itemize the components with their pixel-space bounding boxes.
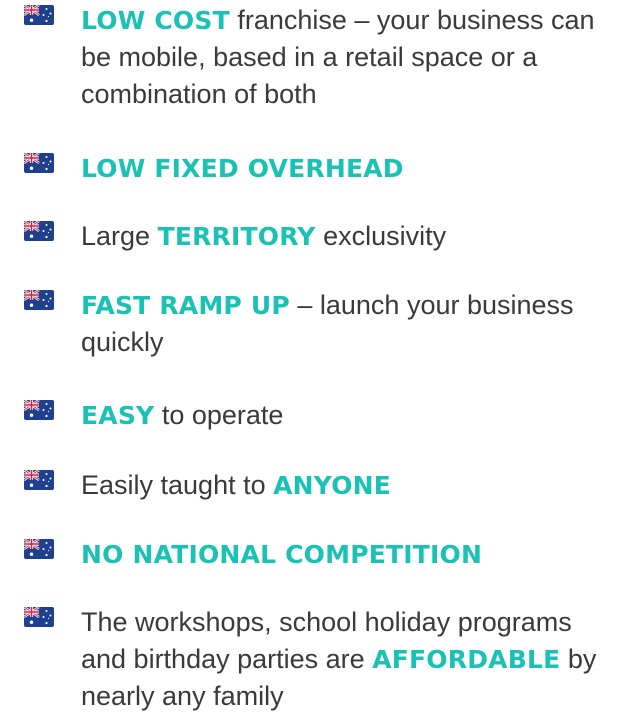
australia-flag-icon [24, 221, 54, 241]
australia-flag-icon [24, 5, 54, 25]
item-text: FAST RAMP UP – launch your business quic… [81, 287, 624, 361]
highlight: AFFORDABLE [372, 645, 561, 674]
list-item: LOW FIXED OVERHEAD [24, 150, 624, 187]
item-text: LOW FIXED OVERHEAD [81, 150, 624, 187]
highlight: ANYONE [273, 471, 392, 500]
item-text-before: Large [81, 221, 158, 251]
australia-flag-icon [24, 470, 54, 490]
list-item: Easily taught to ANYONE [24, 467, 624, 504]
item-text: NO NATIONAL COMPETITION [81, 536, 624, 573]
item-text: The workshops, school holiday programs a… [81, 604, 624, 715]
item-text: Easily taught to ANYONE [81, 467, 624, 504]
highlight: LOW COST [81, 6, 230, 35]
list-item: LOW COST franchise – your business can b… [24, 2, 624, 113]
list-item: Large TERRITORY exclusivity [24, 218, 624, 255]
item-text: EASY to operate [81, 397, 624, 434]
list-item: FAST RAMP UP – launch your business quic… [24, 287, 624, 361]
australia-flag-icon [24, 400, 54, 420]
highlight: LOW FIXED OVERHEAD [81, 154, 404, 183]
highlight: NO NATIONAL COMPETITION [81, 540, 483, 569]
highlight: EASY [81, 401, 155, 430]
item-text-before: Easily taught to [81, 470, 274, 500]
list-item: The workshops, school holiday programs a… [24, 604, 624, 715]
australia-flag-icon [24, 153, 54, 173]
highlight: FAST RAMP UP [81, 291, 290, 320]
australia-flag-icon [24, 607, 54, 627]
list-item: EASY to operate [24, 397, 624, 434]
list-item: NO NATIONAL COMPETITION [24, 536, 624, 573]
item-text-after: exclusivity [315, 221, 447, 251]
highlight: TERRITORY [157, 222, 316, 251]
item-text: LOW COST franchise – your business can b… [81, 2, 624, 113]
australia-flag-icon [24, 290, 54, 310]
item-text-after: to operate [154, 400, 284, 430]
item-text: Large TERRITORY exclusivity [81, 218, 624, 255]
australia-flag-icon [24, 539, 54, 559]
